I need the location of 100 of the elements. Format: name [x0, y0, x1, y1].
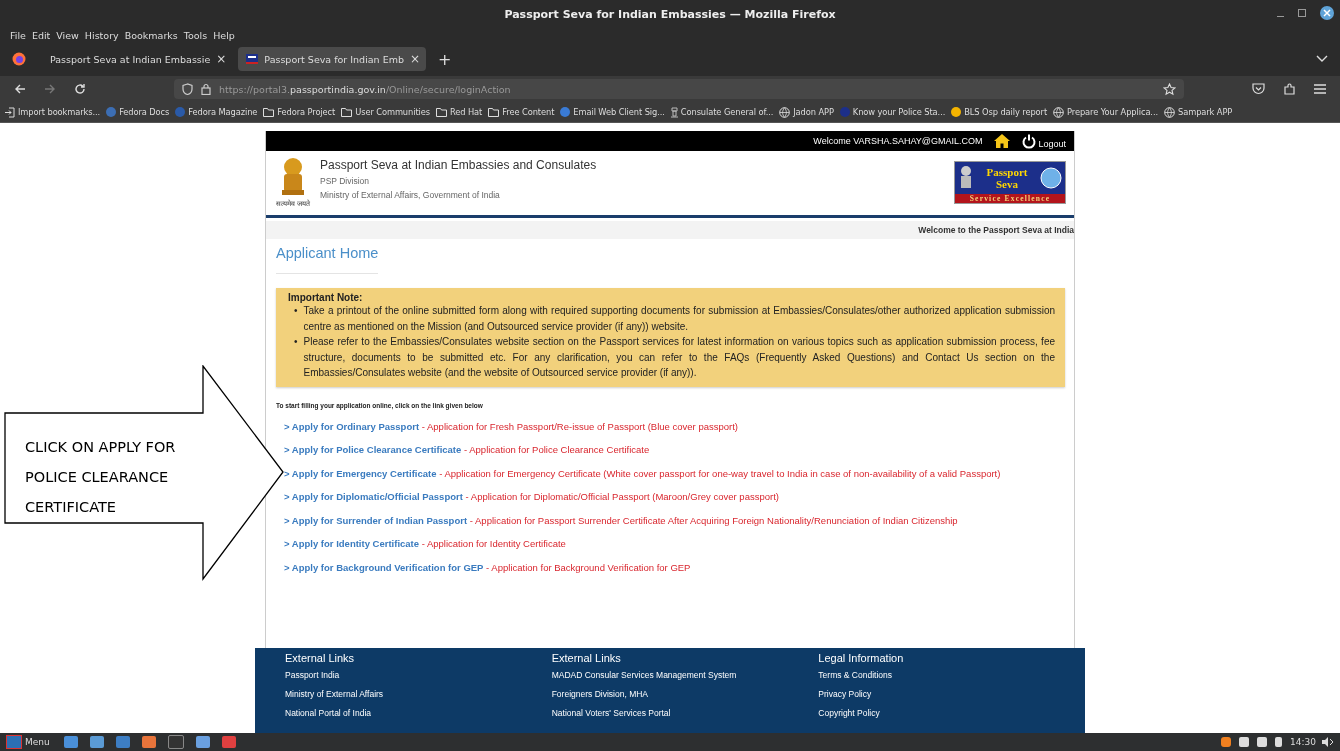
footer-link[interactable]: Privacy Policy	[818, 689, 1085, 699]
emblem-icon	[670, 106, 678, 118]
pocket-icon[interactable]	[1252, 83, 1265, 95]
link-description: - Application for Emergency Certificate (White cover passport for one-way travel to India in case of non-availability of a valid Passport)	[439, 467, 1001, 479]
shield-icon	[182, 83, 193, 95]
start-menu-button[interactable]: Menu	[6, 735, 50, 749]
back-icon[interactable]	[14, 83, 26, 95]
new-tab-button[interactable]: +	[438, 49, 452, 69]
address-bar[interactable]: https://portal3.passportindia.gov.in/Online/secure/loginAction	[174, 79, 1184, 99]
welcome-text: Welcome VARSHA.SAHAY@GMAIL.COM	[813, 136, 983, 146]
note-item: Please refer to the Embassies/Consulates website section on the Passport services for latest information on various topics such as application submission process, fee structure, documents to be submitted etc. For any clarification, you can refer to the FAQs (Frequently Asked Questions) and Contact Us section on the Embassies/Consulates website (and the website of Outsourced service provider (if any)).	[303, 335, 1055, 380]
bookmark-item[interactable]: BLS Osp daily report	[951, 107, 1048, 117]
footer-link[interactable]: Ministry of External Affairs	[285, 689, 552, 699]
menu-item[interactable]: Bookmarks	[124, 29, 178, 41]
link-description: - Application for Diplomatic/Official Passport (Maroon/Grey cover passport)	[465, 491, 779, 502]
bookmark-item[interactable]: Know your Police Sta...	[839, 107, 946, 117]
close-tab-icon[interactable]: ×	[409, 52, 420, 66]
footer-link[interactable]: National Portal of India	[285, 708, 552, 718]
footer-link[interactable]: Foreigners Division, MHA	[551, 689, 819, 699]
bookmark-item[interactable]: Jadon APP	[779, 106, 834, 118]
site-icon	[951, 107, 962, 117]
footer-heading: Legal Information	[818, 652, 905, 664]
apply-link[interactable]: > Apply for Identity Certificate	[284, 538, 420, 549]
star-icon[interactable]	[1163, 82, 1176, 96]
browser-tab[interactable]: Passport Seva for Indian Emb ×	[238, 47, 426, 71]
close-button[interactable]	[1320, 6, 1334, 20]
marquee-text: Welcome to the Passport Seva at India	[918, 225, 1074, 235]
bookmark-item[interactable]: Sampark APP	[1164, 106, 1233, 118]
menu-icon[interactable]	[1314, 84, 1326, 94]
menu-item[interactable]: Edit	[31, 29, 51, 41]
page-heading: Applicant Home	[276, 245, 379, 274]
volume-icon[interactable]	[1322, 737, 1334, 747]
site-icon	[839, 107, 850, 117]
menu-item[interactable]: View	[56, 29, 79, 41]
site-icon	[560, 107, 571, 117]
tab-title: Passport Seva at Indian Embassie	[50, 53, 211, 65]
footer-link[interactable]: Passport India	[285, 670, 552, 680]
globe-icon	[1164, 106, 1175, 118]
menu-item[interactable]: File	[10, 29, 26, 41]
division-text: PSP Division	[320, 176, 370, 186]
lock-icon	[201, 83, 211, 95]
apply-link[interactable]: > Apply for Surrender of Indian Passport	[284, 514, 468, 526]
clock-text: 14:30	[1290, 737, 1316, 747]
browser-tab[interactable]: Passport Seva at Indian Embassie ×	[42, 47, 233, 71]
site-favicon-icon	[246, 54, 259, 64]
window-title: Passport Seva for Indian Embassies — Mozilla Firefox	[504, 7, 836, 21]
minimize-button[interactable]	[1277, 15, 1284, 17]
bullet-mark: •	[294, 304, 298, 318]
ministry-text: Ministry of External Affairs, Government of India	[320, 190, 501, 200]
globe-icon	[779, 106, 791, 118]
link-description: - Application for Passport Surrender Certificate After Acquiring Foreign Nationality/Renunciation of Indian Citizenship	[469, 514, 958, 526]
apply-link[interactable]: > Apply for Police Clearance Certificate	[284, 444, 462, 455]
bookmark-item[interactable]: Fedora Magazine	[175, 107, 258, 117]
menu-item[interactable]: History	[84, 29, 119, 41]
globe-icon	[1053, 106, 1065, 118]
site-icon	[106, 107, 117, 117]
bookmark-item[interactable]: Import bookmarks...	[4, 106, 101, 118]
footer-link[interactable]: National Voters' Services Portal	[551, 708, 819, 718]
bullet-mark: •	[294, 335, 298, 349]
url-text: https://portal3.passportindia.gov.in/Online/secure/loginAction	[219, 83, 511, 95]
menu-item[interactable]: Help	[213, 29, 235, 41]
link-description: - Application for Identity Certificate	[421, 538, 566, 549]
bookmark-item[interactable]: User Communities	[341, 107, 430, 117]
bookmark-item[interactable]: Fedora Project	[263, 107, 336, 117]
footer-link[interactable]: MADAD Consular Services Management System	[551, 670, 819, 680]
chevron-down-icon[interactable]	[1316, 55, 1328, 63]
note-item: Take a printout of the online submitted form along with required supporting documents for submission at Embassies/Consulates/other authorized application submission centre as mentioned on the Mission (and Outsourced service provider (if any)) website.	[303, 304, 1055, 334]
apply-link[interactable]: > Apply for Emergency Certificate	[284, 467, 437, 479]
close-tab-icon[interactable]: ×	[216, 52, 227, 66]
footer-heading: External Links	[285, 652, 356, 664]
footer-link[interactable]: Terms & Conditions	[818, 670, 1085, 680]
apply-link[interactable]: > Apply for Diplomatic/Official Passport	[284, 491, 463, 502]
bookmark-item[interactable]: Free Content	[488, 107, 555, 117]
apply-link[interactable]: > Apply for Background Verification for GEP	[284, 561, 484, 573]
import-icon	[4, 106, 15, 118]
bookmark-item[interactable]: Fedora Docs	[106, 107, 170, 117]
apply-link[interactable]: > Apply for Ordinary Passport	[284, 420, 420, 432]
bookmark-item[interactable]: Red Hat	[436, 107, 483, 117]
reload-icon[interactable]	[74, 83, 86, 95]
organization-title: Passport Seva at Indian Embassies and Consulates	[320, 158, 597, 172]
home-icon[interactable]	[994, 134, 1011, 148]
footer-heading: External Links	[551, 652, 622, 664]
extensions-icon[interactable]	[1283, 82, 1296, 96]
callout-text: CLICK ON APPLY FOR POLICE CLEARANCE CERTIFICATE	[25, 438, 176, 517]
bookmark-item[interactable]: Consulate General of...	[670, 106, 774, 118]
link-description: - Application for Background Verification for GEP	[486, 561, 691, 573]
maximize-button[interactable]	[1298, 9, 1306, 17]
power-icon	[1022, 133, 1037, 149]
forward-icon[interactable]	[44, 83, 56, 95]
note-title: Important Note:	[288, 292, 364, 303]
bookmark-item[interactable]: Prepare Your Applica...	[1053, 106, 1158, 118]
tab-title: Passport Seva for Indian Emb	[264, 53, 404, 65]
link-description: - Application for Police Clearance Certificate	[463, 444, 650, 455]
bookmark-item[interactable]: Email Web Client Sig...	[560, 107, 665, 117]
browser-logo-icon	[12, 52, 26, 66]
footer-link[interactable]: Copyright Policy	[818, 708, 1085, 718]
link-description: - Application for Fresh Passport/Re-issue of Passport (Blue cover passport)	[421, 420, 738, 432]
logout-link[interactable]: Logout	[1022, 133, 1066, 149]
site-icon	[175, 107, 186, 117]
menu-item[interactable]: Tools	[183, 29, 208, 41]
